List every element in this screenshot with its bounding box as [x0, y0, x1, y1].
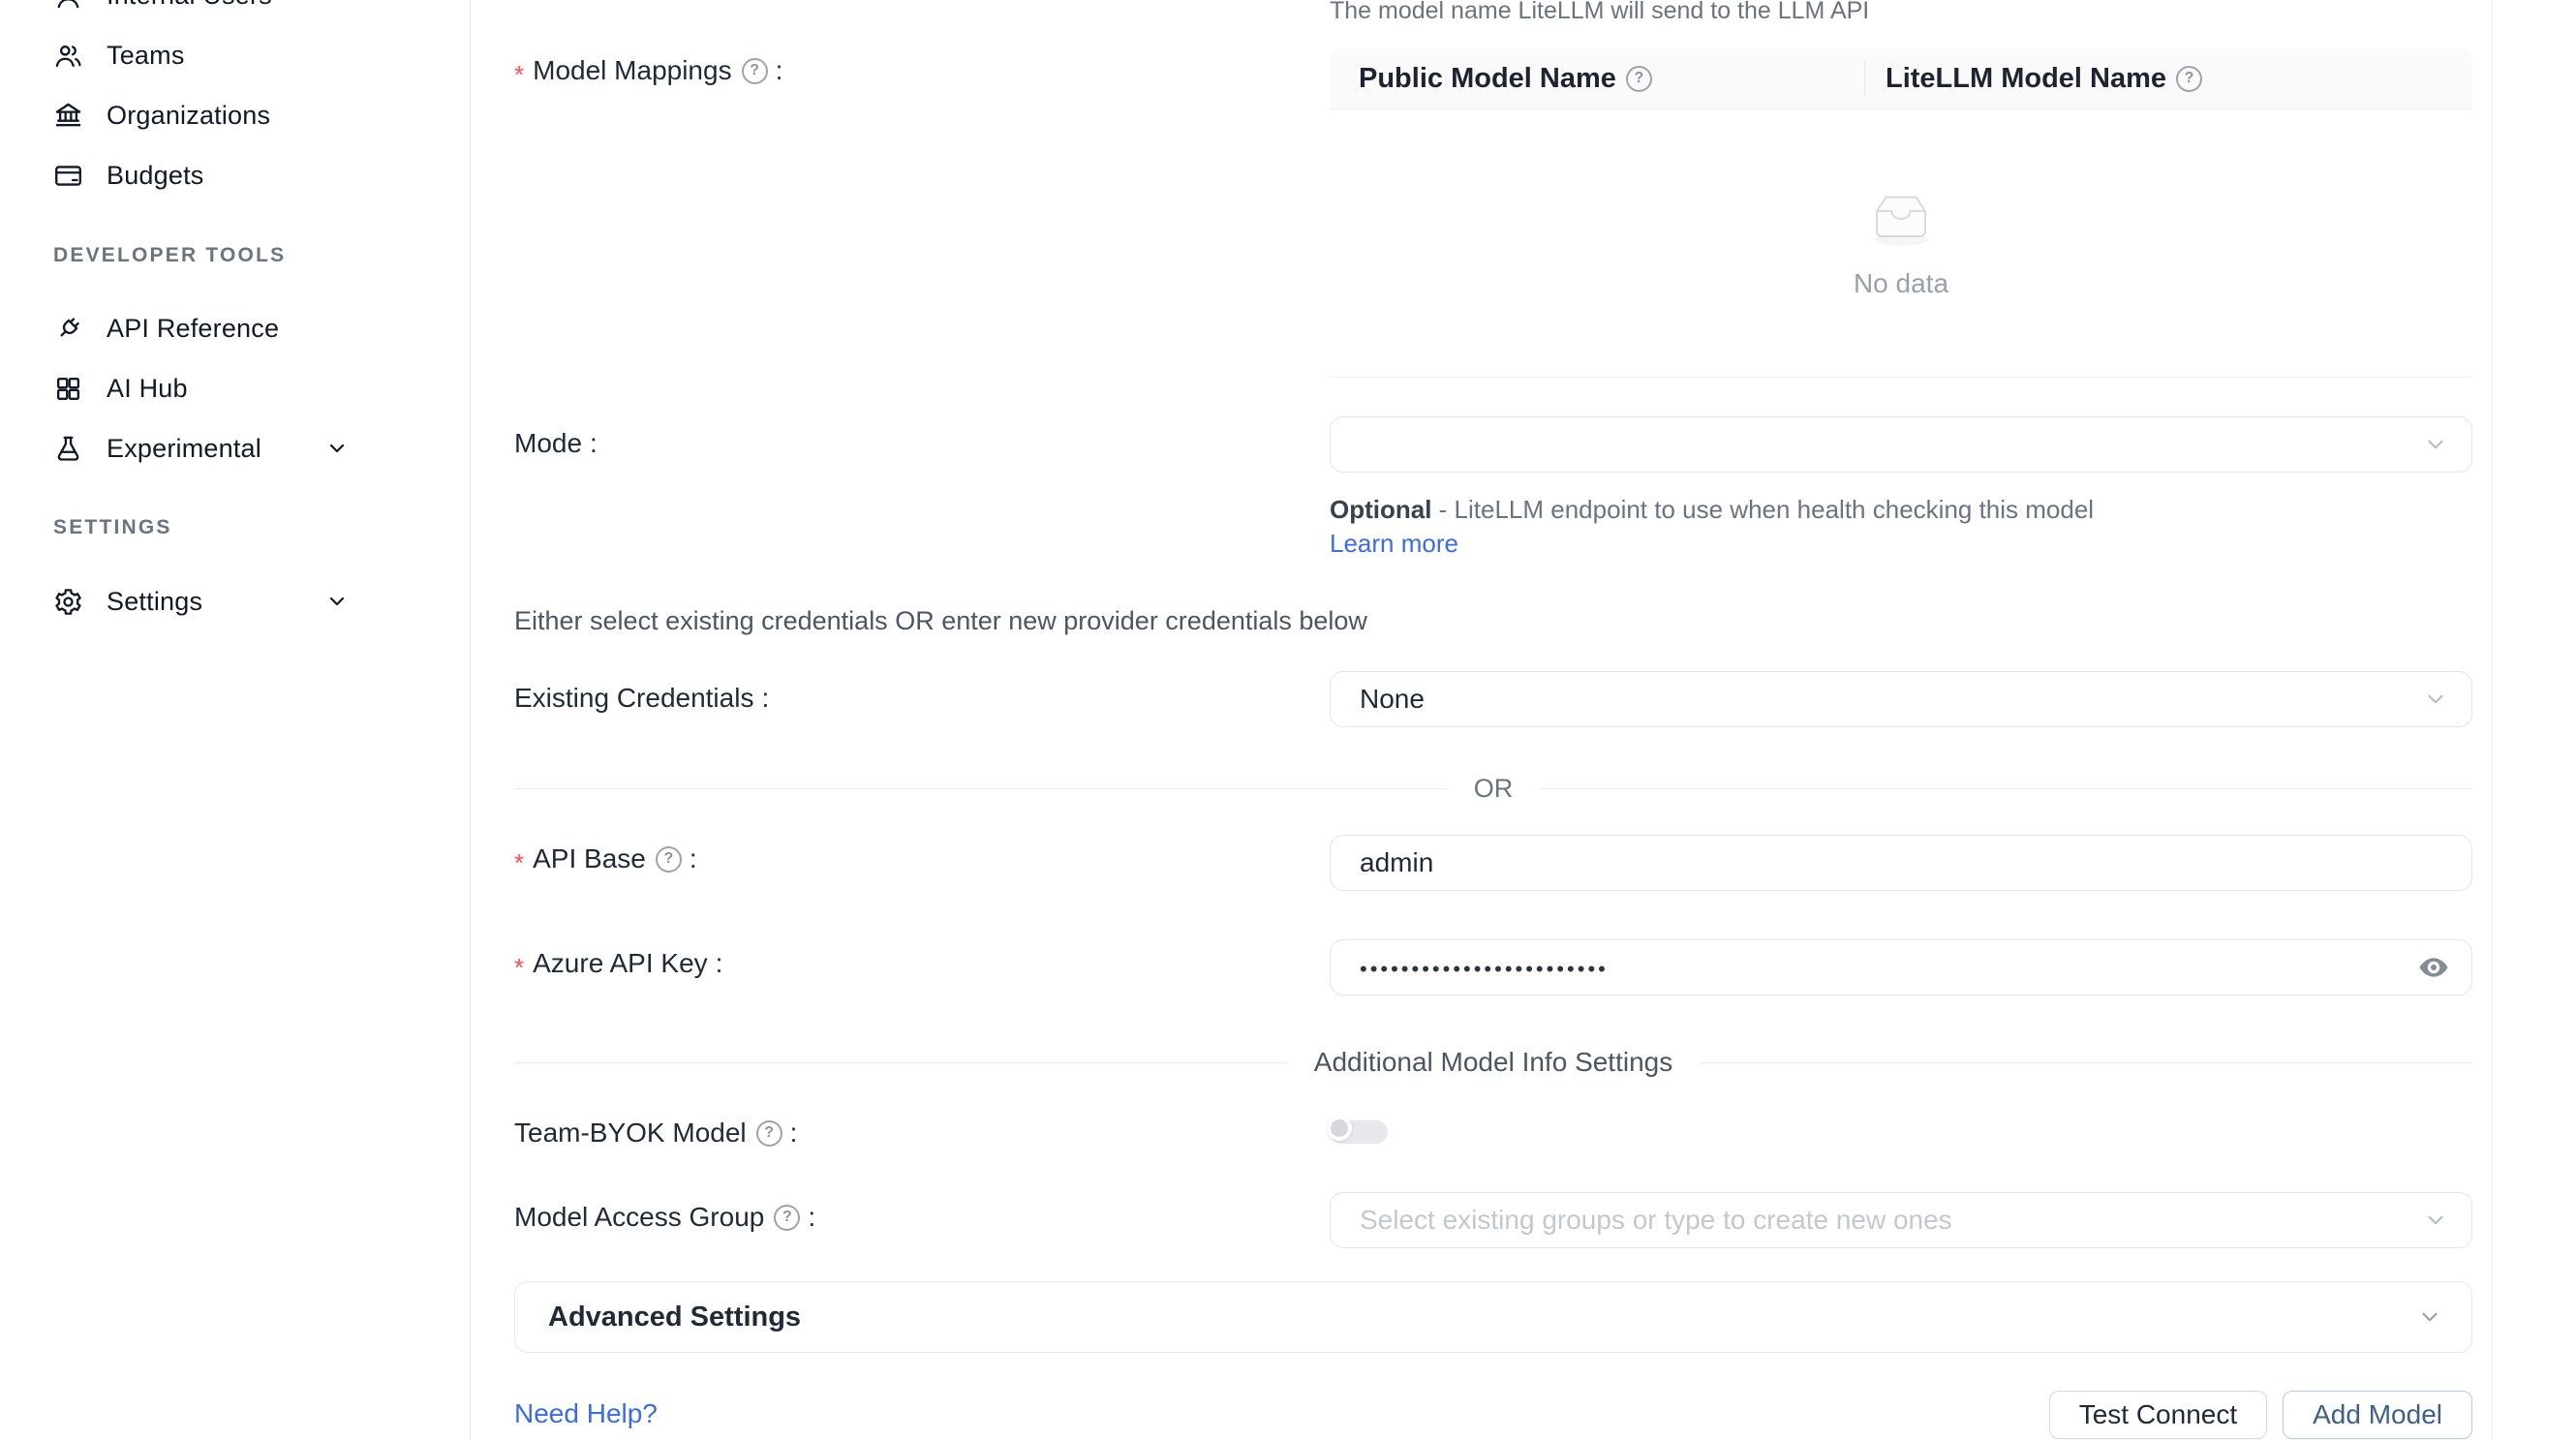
sidebar-item-label: Internal Users — [107, 0, 272, 11]
chevron-down-icon — [325, 590, 349, 613]
test-connect-button[interactable]: Test Connect — [2049, 1391, 2267, 1439]
select-placeholder: Select existing groups or type to create… — [1360, 1205, 1952, 1236]
required-marker: * — [514, 850, 524, 875]
sidebar-item-organizations[interactable]: Organizations — [0, 85, 470, 145]
advanced-settings-panel[interactable]: Advanced Settings — [514, 1281, 2472, 1353]
sidebar-heading-settings: SETTINGS — [0, 516, 470, 539]
chevron-down-icon — [2423, 432, 2448, 457]
need-help-link[interactable]: Need Help? — [514, 1398, 658, 1429]
masked-password-value: •••••••••••••••••••••••• — [1360, 957, 1609, 982]
additional-settings-divider: Additional Model Info Settings — [514, 1047, 2472, 1078]
api-base-label: * API Base ? : — [514, 843, 697, 874]
eye-icon[interactable] — [2417, 951, 2450, 984]
table-header-litellm-model-name: LiteLLM Model Name ? — [1865, 63, 2472, 95]
table-header-public-model-name: Public Model Name ? — [1330, 63, 1864, 95]
model-mappings-description: The model name LiteLLM will send to the … — [1330, 0, 1869, 25]
existing-credentials-select[interactable]: None — [1330, 671, 2472, 727]
help-circle-icon[interactable]: ? — [742, 58, 768, 84]
sidebar-item-teams[interactable]: Teams — [0, 25, 470, 85]
mode-help-text: Optional - LiteLLM endpoint to use when … — [1330, 493, 2124, 561]
sidebar-item-label: Settings — [107, 587, 202, 617]
help-circle-icon[interactable]: ? — [656, 846, 682, 873]
help-circle-icon[interactable]: ? — [2176, 66, 2202, 92]
sidebar-item-label: API Reference — [107, 314, 279, 344]
chevron-down-icon — [325, 437, 349, 460]
flask-icon — [53, 434, 83, 464]
model-access-group-select[interactable]: Select existing groups or type to create… — [1330, 1192, 2472, 1248]
credentials-note: Either select existing credentials OR en… — [514, 606, 1367, 636]
chevron-down-icon — [2423, 687, 2448, 712]
azure-api-key-input[interactable]: •••••••••••••••••••••••• — [1330, 939, 2472, 996]
empty-state-text: No data — [1854, 268, 1948, 299]
sidebar-item-experimental[interactable]: Experimental — [0, 418, 470, 478]
or-divider-text: OR — [1474, 774, 1514, 804]
chevron-down-icon — [2423, 1208, 2448, 1233]
sidebar-item-ai-hub[interactable]: AI Hub — [0, 358, 470, 418]
user-icon — [53, 0, 83, 11]
toggle-knob — [1327, 1116, 1352, 1141]
chevron-down-icon — [2417, 1304, 2442, 1330]
azure-api-key-label: * Azure API Key : — [514, 948, 722, 979]
required-marker: * — [514, 62, 524, 87]
empty-box-icon — [1864, 188, 1938, 253]
sidebar-item-label: Teams — [107, 41, 185, 71]
add-model-form: The model name LiteLLM will send to the … — [471, 0, 2576, 1440]
model-mappings-table: Public Model Name ? LiteLLM Model Name ?… — [1330, 48, 2472, 378]
mode-label: Mode : — [514, 428, 598, 459]
sidebar-item-label: AI Hub — [107, 374, 188, 404]
sidebar-item-label: Organizations — [107, 101, 270, 131]
add-model-button[interactable]: Add Model — [2283, 1391, 2472, 1439]
users-icon — [53, 41, 83, 71]
sidebar-item-api-reference[interactable]: API Reference — [0, 298, 470, 358]
existing-credentials-label: Existing Credentials : — [514, 683, 769, 714]
sidebar-item-label: Budgets — [107, 161, 203, 191]
model-mappings-label: * Model Mappings ? : — [514, 55, 782, 86]
sidebar: Internal Users Teams Organizations Budge… — [0, 0, 471, 1440]
help-circle-icon[interactable]: ? — [774, 1205, 800, 1231]
content-edge-divider — [2492, 0, 2493, 1440]
sidebar-item-settings[interactable]: Settings — [0, 571, 470, 631]
learn-more-link[interactable]: Learn more — [1330, 529, 1458, 558]
model-access-group-label: Model Access Group ? : — [514, 1202, 815, 1233]
advanced-settings-title: Advanced Settings — [548, 1302, 801, 1333]
bank-icon — [53, 101, 83, 131]
sidebar-heading-developer-tools: DEVELOPER TOOLS — [0, 244, 470, 267]
help-circle-icon[interactable]: ? — [1626, 66, 1652, 92]
table-header-row: Public Model Name ? LiteLLM Model Name ? — [1330, 48, 2472, 109]
or-divider: OR — [514, 774, 2472, 804]
additional-settings-divider-text: Additional Model Info Settings — [1314, 1047, 1672, 1078]
sidebar-item-label: Experimental — [107, 434, 261, 464]
team-byok-toggle[interactable] — [1330, 1120, 1388, 1144]
grid-icon — [53, 374, 83, 404]
plug-icon — [53, 314, 83, 344]
help-circle-icon[interactable]: ? — [756, 1120, 782, 1147]
mode-select[interactable] — [1330, 416, 2472, 473]
required-marker: * — [514, 955, 524, 980]
form-actions: Test Connect Add Model — [1330, 1391, 2472, 1439]
credit-card-icon — [53, 161, 83, 191]
sidebar-item-budgets[interactable]: Budgets — [0, 145, 470, 205]
gear-icon — [53, 587, 83, 617]
api-base-input[interactable]: admin — [1330, 835, 2472, 891]
sidebar-item-internal-users[interactable]: Internal Users — [0, 0, 470, 25]
table-empty-state: No data — [1330, 109, 2472, 378]
team-byok-label: Team-BYOK Model ? : — [514, 1118, 797, 1149]
